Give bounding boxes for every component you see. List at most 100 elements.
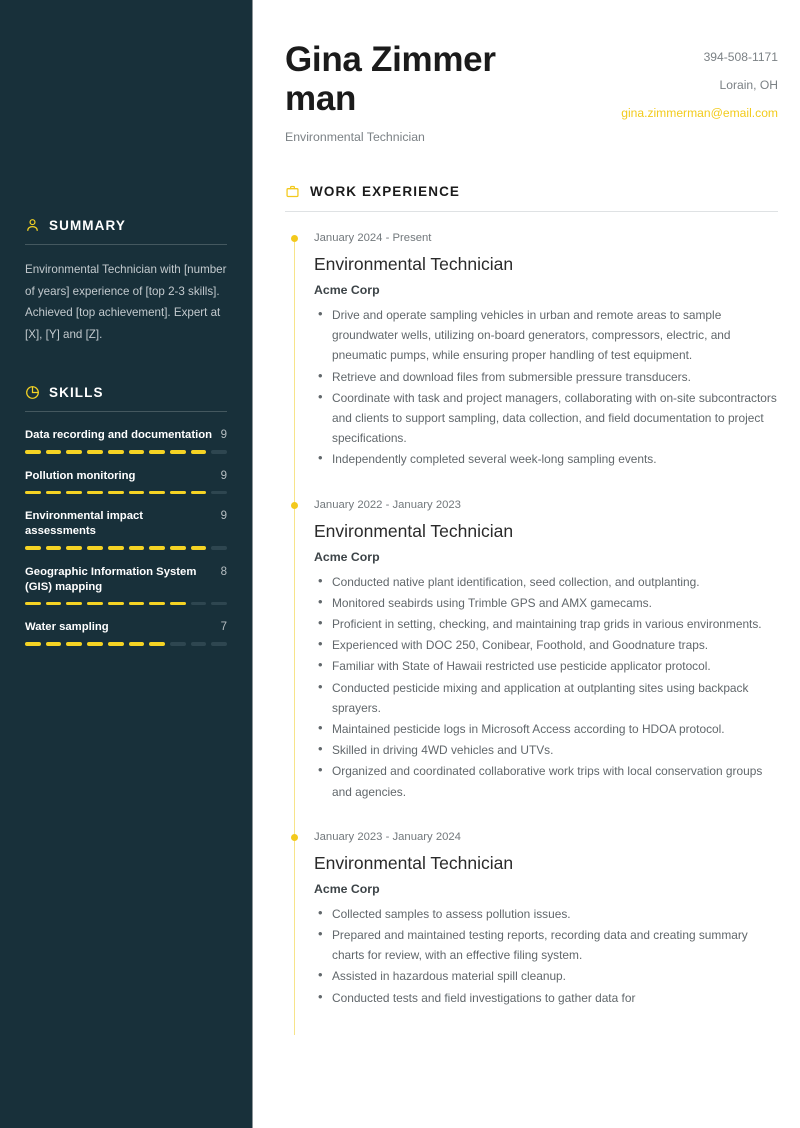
pie-chart-icon <box>25 385 40 400</box>
skill-header: Geographic Information System (GIS) mapp… <box>25 565 227 595</box>
skill-segment <box>45 642 62 646</box>
job-bullet-list: Conducted native plant identification, s… <box>314 571 778 802</box>
skill-segment <box>128 546 145 550</box>
skill-item: Environmental impact assessments 9 <box>25 509 228 550</box>
skill-segment <box>66 601 83 605</box>
work-experience-entry: January 2022 - January 2023 Environmental… <box>285 497 778 835</box>
job-bullet: Organized and coordinated collaborative … <box>314 760 778 801</box>
job-bullet: Coordinate with task and project manager… <box>314 387 778 449</box>
skill-segment <box>169 450 186 454</box>
work-experience-entry: January 2024 - Present Environmental Tech… <box>285 230 778 503</box>
skill-name: Geographic Information System (GIS) mapp… <box>25 565 197 593</box>
job-role: Environmental Technician <box>314 852 514 873</box>
job-bullet: Drive and operate sampling vehicles in u… <box>314 304 778 366</box>
skill-segment <box>87 601 103 605</box>
skill-segment <box>190 642 207 646</box>
skill-rating-bar <box>25 546 228 550</box>
skill-rating-bar <box>25 490 228 494</box>
skill-segment <box>66 642 83 646</box>
skill-segment <box>66 546 83 550</box>
skill-value: 9 <box>220 469 227 482</box>
job-bullet: Conducted native plant identification, s… <box>314 571 778 592</box>
header-identity: Gina Zimmerman Environmental Technician <box>285 40 520 144</box>
job-bullet: Skilled in driving 4WD vehicles and UTVs… <box>314 739 778 760</box>
job-company: Acme Corp <box>314 283 380 297</box>
timeline-line <box>293 840 296 1035</box>
skill-segment <box>211 546 228 550</box>
skills-divider <box>25 411 227 412</box>
skill-segment <box>45 601 62 605</box>
job-company: Acme Corp <box>314 549 380 564</box>
job-bullet: Conducted pesticide mixing and applicati… <box>314 677 778 718</box>
job-bullet-list: Drive and operate sampling vehicles in u… <box>314 304 778 470</box>
skill-item: Geographic Information System (GIS) mapp… <box>25 565 228 605</box>
skill-header: Pollution monitoring 9 <box>25 469 227 484</box>
skill-segment <box>45 490 62 494</box>
main-content: Gina Zimmerman Environmental Technician … <box>253 0 800 1128</box>
skills-title: SKILLS <box>49 385 104 400</box>
skills-list: Data recording and documentation 9 Polluti… <box>25 428 228 646</box>
skill-item: Pollution monitoring 9 <box>25 469 228 494</box>
skill-segment <box>211 601 228 605</box>
timeline-dot <box>291 235 298 242</box>
skills-heading: SKILLS <box>25 379 227 400</box>
skill-segment <box>87 450 103 454</box>
summary-title: SUMMARY <box>49 218 126 233</box>
skill-segment <box>169 601 186 605</box>
skill-segment <box>45 450 62 454</box>
skill-segment <box>169 490 186 494</box>
job-bullet: Maintained pesticide logs in Microsoft A… <box>314 718 778 739</box>
skill-segment <box>25 546 41 550</box>
section-work-experience: WORK EXPERIENCE January 2024 - Present En… <box>285 184 778 1035</box>
skill-segment <box>149 601 165 605</box>
skill-value: 9 <box>220 510 227 522</box>
skill-segment <box>211 490 228 494</box>
skill-item: Water sampling 7 <box>25 620 228 646</box>
job-bullet-list: Collected samples to assess pollution is… <box>314 903 778 1008</box>
candidate-name: Gina Zimmerman <box>285 40 496 118</box>
skill-segment <box>25 450 41 454</box>
work-experience-heading: WORK EXPERIENCE <box>285 184 778 199</box>
contact-info: 394-508-1171 Lorain, OH gina.zimmerman@e… <box>621 40 778 120</box>
skill-name: Pollution monitoring <box>25 469 136 482</box>
skill-segment <box>211 450 228 454</box>
briefcase-icon <box>285 184 300 199</box>
contact-phone: 394-508-1171 <box>703 50 778 64</box>
skill-segment <box>149 490 165 494</box>
job-company: Acme Corp <box>314 881 380 896</box>
timeline-line <box>293 242 296 503</box>
job-role: Environmental Technician <box>314 520 514 541</box>
candidate-job-title: Environmental Technician <box>285 130 425 144</box>
skill-segment <box>169 642 186 646</box>
skill-header: Water sampling 7 <box>25 620 227 635</box>
job-bullet: Retrieve and download files from submers… <box>314 366 778 387</box>
job-role: Environmental Technician <box>314 254 514 274</box>
sidebar-section-skills: SKILLS Data recording and documentation 9… <box>25 379 228 646</box>
summary-divider <box>25 244 227 245</box>
job-bullet: Independently completed several week-lon… <box>314 448 778 469</box>
work-experience-title: WORK EXPERIENCE <box>310 184 461 199</box>
contact-email[interactable]: gina.zimmerman@email.com <box>621 106 778 120</box>
job-bullet: Assisted in hazardous material spill cle… <box>314 965 778 986</box>
skill-name: Environmental impact assessments <box>25 510 144 537</box>
person-icon <box>25 218 40 233</box>
skill-segment <box>25 601 41 605</box>
timeline-dot <box>291 833 298 841</box>
skill-segment <box>128 642 145 646</box>
skill-segment <box>190 601 207 605</box>
skill-segment <box>190 490 207 494</box>
skill-segment <box>169 546 186 550</box>
work-experience-entry: January 2023 - January 2024 Environmental… <box>285 829 778 1035</box>
skill-segment <box>87 490 103 494</box>
timeline-dot <box>291 501 298 509</box>
skill-segment <box>87 642 103 646</box>
summary-heading: SUMMARY <box>25 212 227 233</box>
job-bullet: Monitored seabirds using Trimble GPS and… <box>314 592 778 613</box>
skill-segment <box>149 546 165 550</box>
work-experience-timeline: January 2024 - Present Environmental Tech… <box>285 212 778 1035</box>
job-dates: January 2022 - January 2023 <box>314 498 461 511</box>
job-bullet: Experienced with DOC 250, Conibear, Foot… <box>314 634 778 655</box>
skill-name: Water sampling <box>25 621 109 633</box>
skill-segment <box>66 490 83 494</box>
skill-header: Environmental impact assessments 9 <box>25 509 227 539</box>
